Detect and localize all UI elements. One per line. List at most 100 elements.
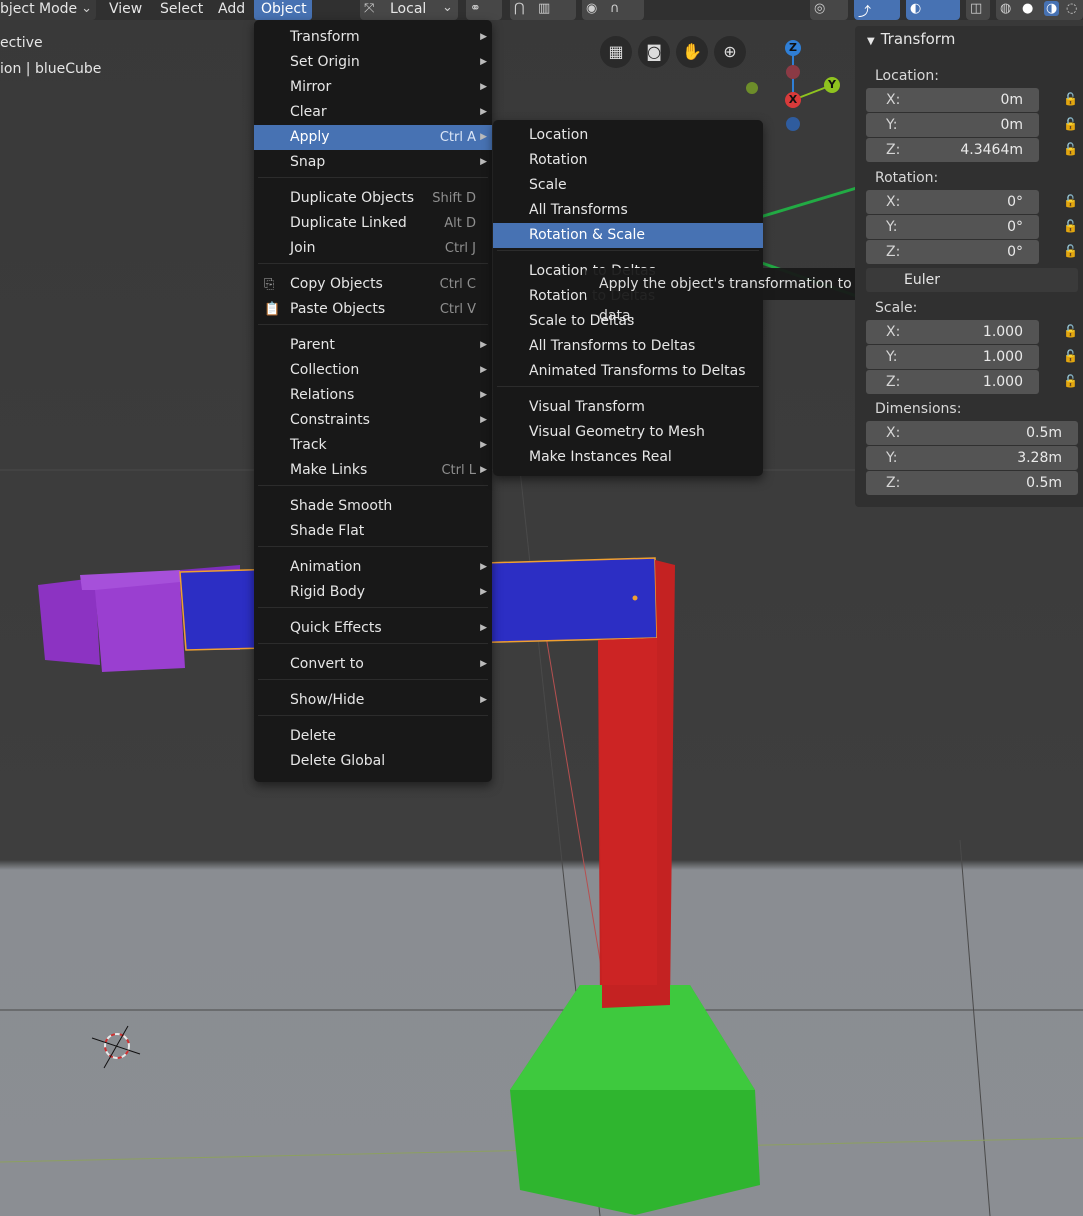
menu-item-track[interactable]: Track ▶ bbox=[254, 433, 492, 458]
mode-dropdown[interactable]: bject Mode ⌄ bbox=[0, 0, 96, 20]
toggle-ortho-icon[interactable]: ▦ bbox=[600, 36, 632, 68]
lock-icon[interactable]: 🔓 bbox=[1063, 324, 1078, 338]
lock-icon[interactable]: 🔓 bbox=[1063, 142, 1078, 156]
apply-item-rotation-scale[interactable]: Rotation & Scale bbox=[493, 223, 763, 248]
menu-item-quick-effects[interactable]: Quick Effects ▶ bbox=[254, 616, 492, 641]
menu-item-show-hide[interactable]: Show/Hide ▶ bbox=[254, 688, 492, 713]
menu-item-convert-to[interactable]: Convert to ▶ bbox=[254, 652, 492, 677]
viewport-header: bject Mode ⌄ View Select Add Object ⤧ Lo… bbox=[0, 0, 1083, 20]
solid-shading-icon[interactable]: ● bbox=[1022, 1, 1033, 16]
location-x-field[interactable]: X: 0m bbox=[866, 88, 1039, 112]
object-menu[interactable]: Object bbox=[254, 0, 312, 20]
lock-icon[interactable]: 🔓 bbox=[1063, 244, 1078, 258]
menu-item-delete-global[interactable]: Delete Global bbox=[254, 749, 492, 774]
apply-item-visual-geometry-to-mesh[interactable]: Visual Geometry to Mesh bbox=[493, 420, 763, 445]
menu-item-snap[interactable]: Snap ▶ bbox=[254, 150, 492, 175]
scale-z-field[interactable]: Z: 1.000 bbox=[866, 370, 1039, 394]
apply-item-location[interactable]: Location bbox=[493, 123, 763, 148]
menu-item-apply[interactable]: Apply Ctrl A ▶ bbox=[254, 125, 492, 150]
menu-item-duplicate-objects[interactable]: Duplicate Objects Shift D bbox=[254, 186, 492, 211]
menu-item-duplicate-linked[interactable]: Duplicate Linked Alt D bbox=[254, 211, 492, 236]
menu-separator bbox=[258, 177, 488, 178]
menu-item-collection[interactable]: Collection ▶ bbox=[254, 358, 492, 383]
gizmo-z-axis[interactable]: Z bbox=[785, 40, 801, 56]
field-axis-label: Y: bbox=[886, 349, 898, 365]
shading-modes[interactable]: ◍ ● ◑ ◌ bbox=[996, 0, 1083, 20]
apply-item-visual-transform[interactable]: Visual Transform bbox=[493, 395, 763, 420]
lock-icon[interactable]: 🔓 bbox=[1063, 374, 1078, 388]
visibility-dropdown[interactable]: ◎ bbox=[810, 0, 848, 20]
menu-item-rigid-body[interactable]: Rigid Body ▶ bbox=[254, 580, 492, 605]
proportional-edit-dropdown[interactable]: ◉ ∩ bbox=[582, 0, 644, 20]
xray-toggle[interactable]: ◫ bbox=[966, 0, 990, 20]
lock-icon[interactable]: 🔓 bbox=[1063, 219, 1078, 233]
menu-item-relations[interactable]: Relations ▶ bbox=[254, 383, 492, 408]
menu-item-copy-objects[interactable]: ⎘ Copy Objects Ctrl C bbox=[254, 272, 492, 297]
gizmo-x-axis[interactable]: X bbox=[785, 92, 801, 108]
magnet-icon: ⋂ bbox=[514, 1, 525, 16]
orientation-dropdown[interactable]: ⤧ Local ⌄ bbox=[360, 0, 458, 20]
material-shading-icon[interactable]: ◑ bbox=[1044, 1, 1060, 16]
rendered-shading-icon[interactable]: ◌ bbox=[1066, 1, 1077, 16]
apply-item-make-instances-real[interactable]: Make Instances Real bbox=[493, 445, 763, 470]
submenu-arrow-icon: ▶ bbox=[480, 107, 487, 117]
apply-item-animated-transforms-to-deltas[interactable]: Animated Transforms to Deltas bbox=[493, 359, 763, 384]
rotation-z-field[interactable]: Z: 0° bbox=[866, 240, 1039, 264]
lock-icon[interactable]: 🔓 bbox=[1063, 92, 1078, 106]
camera-view-icon[interactable]: ◙ bbox=[638, 36, 670, 68]
view-menu[interactable]: View bbox=[102, 0, 149, 20]
menu-separator bbox=[258, 643, 488, 644]
apply-item-scale[interactable]: Scale bbox=[493, 173, 763, 198]
field-axis-label: Z: bbox=[886, 142, 901, 158]
menu-item-animation[interactable]: Animation ▶ bbox=[254, 555, 492, 580]
menu-item-set-origin[interactable]: Set Origin ▶ bbox=[254, 50, 492, 75]
gizmo-toggle[interactable]: ⤴ bbox=[854, 0, 900, 20]
dimensions-x-field[interactable]: X: 0.5m bbox=[866, 421, 1078, 445]
apply-item-rotation[interactable]: Rotation bbox=[493, 148, 763, 173]
apply-item-all-transforms[interactable]: All Transforms bbox=[493, 198, 763, 223]
dimensions-z-field[interactable]: Z: 0.5m bbox=[866, 471, 1078, 495]
rotation-mode-dropdown[interactable]: Euler bbox=[866, 268, 1078, 292]
pan-hand-icon[interactable]: ✋ bbox=[676, 36, 708, 68]
menu-item-label: Quick Effects bbox=[290, 620, 382, 636]
menu-item-parent[interactable]: Parent ▶ bbox=[254, 333, 492, 358]
panel-title[interactable]: ▼ Transform bbox=[867, 30, 955, 48]
menu-item-paste-objects[interactable]: 📋 Paste Objects Ctrl V bbox=[254, 297, 492, 322]
menu-item-label: Rigid Body bbox=[290, 584, 366, 600]
lock-icon[interactable]: 🔓 bbox=[1063, 194, 1078, 208]
add-menu[interactable]: Add bbox=[211, 0, 252, 20]
lock-icon[interactable]: 🔓 bbox=[1063, 349, 1078, 363]
field-value: 1.000 bbox=[982, 324, 1023, 340]
apply-item-all-transforms-to-deltas[interactable]: All Transforms to Deltas bbox=[493, 334, 763, 359]
menu-item-constraints[interactable]: Constraints ▶ bbox=[254, 408, 492, 433]
wireframe-shading-icon[interactable]: ◍ bbox=[1000, 1, 1011, 16]
dimensions-y-field[interactable]: Y: 3.28m bbox=[866, 446, 1078, 470]
menu-separator bbox=[497, 386, 759, 387]
falloff-icon: ∩ bbox=[610, 1, 620, 16]
lock-icon[interactable]: 🔓 bbox=[1063, 117, 1078, 131]
location-z-field[interactable]: Z: 4.3464m bbox=[866, 138, 1039, 162]
location-y-field[interactable]: Y: 0m bbox=[866, 113, 1039, 137]
menu-item-shade-smooth[interactable]: Shade Smooth bbox=[254, 494, 492, 519]
menu-item-join[interactable]: Join Ctrl J bbox=[254, 236, 492, 261]
pivot-dropdown[interactable]: ⚭ bbox=[466, 0, 502, 20]
3d-cursor[interactable] bbox=[91, 1025, 141, 1069]
menu-item-clear[interactable]: Clear ▶ bbox=[254, 100, 492, 125]
scale-y-field[interactable]: Y: 1.000 bbox=[866, 345, 1039, 369]
menu-item-delete[interactable]: Delete bbox=[254, 724, 492, 749]
rotation-x-field[interactable]: X: 0° bbox=[866, 190, 1039, 214]
snap-dropdown[interactable]: ⋂ ▥ bbox=[510, 0, 576, 20]
apply-item-label: Rotation bbox=[529, 152, 588, 168]
gizmo-y-axis[interactable]: Y bbox=[824, 77, 840, 93]
overlay-toggle[interactable]: ◐ bbox=[906, 0, 960, 20]
select-menu[interactable]: Select bbox=[153, 0, 210, 20]
field-value: 3.28m bbox=[1017, 450, 1062, 466]
field-axis-label: Y: bbox=[886, 450, 898, 466]
menu-item-transform[interactable]: Transform ▶ bbox=[254, 25, 492, 50]
scale-x-field[interactable]: X: 1.000 bbox=[866, 320, 1039, 344]
menu-item-make-links[interactable]: Make Links Ctrl L ▶ bbox=[254, 458, 492, 483]
menu-item-shade-flat[interactable]: Shade Flat bbox=[254, 519, 492, 544]
rotation-y-field[interactable]: Y: 0° bbox=[866, 215, 1039, 239]
menu-item-shortcut: Ctrl A bbox=[439, 130, 476, 145]
menu-item-mirror[interactable]: Mirror ▶ bbox=[254, 75, 492, 100]
